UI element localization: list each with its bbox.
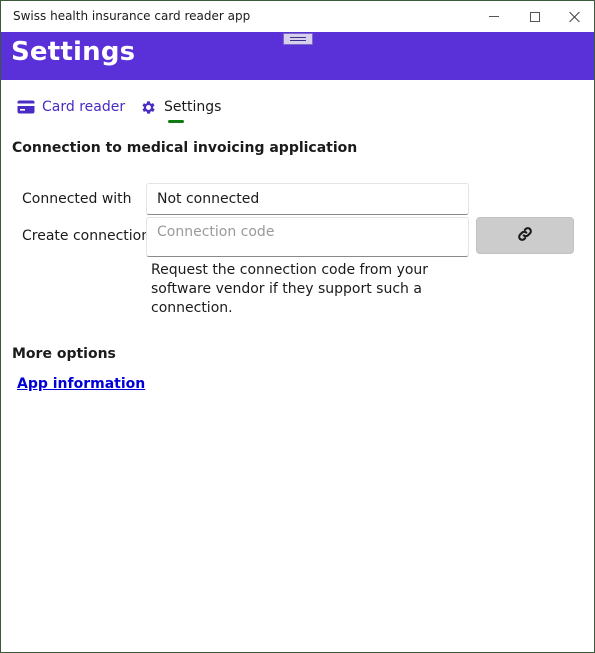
gear-icon [139,98,157,116]
tab-card-reader[interactable]: Card reader [17,94,125,120]
link-icon [517,226,533,246]
connect-button[interactable] [476,217,574,254]
close-button[interactable] [553,1,594,32]
connection-hint: Request the connection code from your so… [151,262,429,316]
app-window: Swiss health insurance card reader app S… [0,0,595,653]
maximize-icon [530,11,540,22]
connected-with-value: Not connected [157,191,260,207]
connection-section-title: Connection to medical invoicing applicat… [12,140,358,156]
create-connection-label: Create connection [22,228,151,244]
connection-code-input[interactable] [157,224,468,240]
minimize-icon [489,16,499,17]
app-information-link[interactable]: App information [17,376,145,392]
selected-tab-indicator [168,120,184,123]
close-icon [569,11,581,23]
minimize-button[interactable] [472,1,516,32]
tab-settings[interactable]: Settings [139,94,221,120]
title-bar[interactable]: Swiss health insurance card reader app [1,1,594,32]
connected-with-label: Connected with [22,191,132,207]
tab-label: Settings [164,99,222,115]
window-title: Swiss health insurance card reader app [13,9,251,23]
connected-with-field: Not connected [146,183,469,215]
nav-bar: Card reader Settings [1,86,594,126]
credit-card-icon [17,98,35,116]
tab-label: Card reader [42,99,126,115]
drag-handle-icon[interactable] [283,33,313,45]
page-title: Settings [11,37,136,67]
more-options-title: More options [12,346,116,362]
page-header: Settings [1,32,594,80]
connection-code-field[interactable] [146,217,469,257]
maximize-button[interactable] [513,1,557,32]
